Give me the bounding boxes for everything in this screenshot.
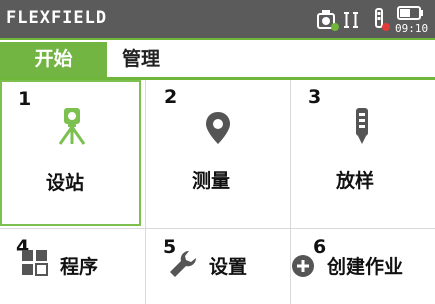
tile-station-setup[interactable]: 1 设站 bbox=[0, 80, 141, 226]
tab-start[interactable]: 开始 bbox=[0, 42, 107, 77]
battery-clock: 09:10 bbox=[395, 4, 435, 36]
tile-number: 1 bbox=[18, 88, 32, 110]
station-tripod-icon bbox=[58, 108, 86, 145]
tile-number: 3 bbox=[308, 86, 322, 108]
tile-settings[interactable]: 5 设置 bbox=[147, 230, 289, 304]
signal-bars-icon bbox=[344, 12, 358, 28]
instrument-connection-icon bbox=[317, 10, 339, 31]
divider bbox=[145, 80, 146, 304]
tile-stakeout[interactable]: 3 放样 bbox=[292, 80, 435, 226]
tab-manage[interactable]: 管理 bbox=[122, 42, 160, 77]
tile-programs[interactable]: 4 程序 bbox=[0, 230, 144, 304]
tile-label: 放样 bbox=[336, 170, 375, 192]
add-circle-icon bbox=[292, 255, 314, 277]
tile-number: 2 bbox=[164, 86, 178, 108]
location-pin-icon bbox=[206, 112, 230, 144]
apps-grid-icon bbox=[22, 250, 48, 276]
tile-label: 创建作业 bbox=[327, 256, 404, 278]
tile-create-job[interactable]: 6 创建作业 bbox=[291, 230, 435, 304]
reflector-mode-icon bbox=[375, 8, 390, 31]
tile-label: 设站 bbox=[46, 172, 85, 194]
app-title: FLEXFIELD bbox=[6, 8, 108, 28]
tile-label: 程序 bbox=[60, 256, 99, 278]
tile-label: 设置 bbox=[209, 256, 248, 278]
wrench-icon bbox=[170, 250, 197, 277]
clock-text: 09:10 bbox=[395, 22, 429, 35]
title-bar: FLEXFIELD 09:10 bbox=[0, 0, 435, 40]
status-area: 09:10 bbox=[315, 4, 435, 36]
prism-pole-icon bbox=[356, 108, 368, 144]
battery-icon bbox=[397, 6, 423, 20]
divider bbox=[0, 228, 435, 229]
menu-grid: 1 设站 2 测量 3 放样 4 程序 5 设置 6 创建作业 bbox=[0, 80, 435, 304]
tab-bar: 开始 管理 bbox=[0, 42, 435, 80]
tile-measure[interactable]: 2 测量 bbox=[148, 80, 289, 226]
tile-label: 测量 bbox=[192, 170, 231, 192]
